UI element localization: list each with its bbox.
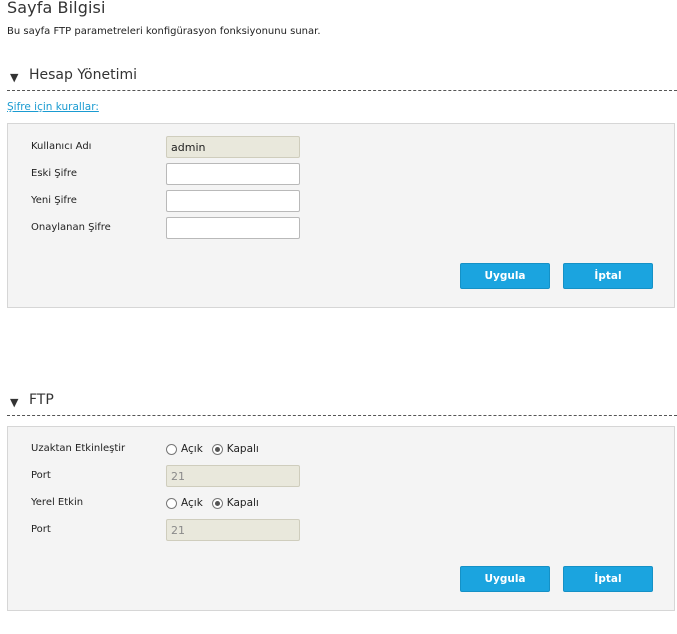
local-enable-label: Yerel Etkin xyxy=(31,497,84,508)
remote-enable-label: Uzaktan Etkinleştir xyxy=(31,443,126,454)
remote-on-label: Açık xyxy=(181,443,203,455)
remote-off-radio[interactable] xyxy=(211,443,223,455)
local-enable-radio-group: Açık Kapalı xyxy=(166,495,268,511)
local-off-label: Kapalı xyxy=(226,497,259,509)
ftp-apply-button[interactable]: Uygula xyxy=(460,566,550,592)
confirm-password-field[interactable] xyxy=(166,217,300,239)
ftp-cancel-button[interactable]: İptal xyxy=(563,566,653,592)
confirm-password-label: Onaylanan Şifre xyxy=(31,222,111,233)
account-section-title: Hesap Yönetimi xyxy=(29,67,138,83)
ftp-panel: Uzaktan Etkinleştir Açık Kapalı Port Yer… xyxy=(7,426,675,611)
old-password-field[interactable] xyxy=(166,163,300,185)
remote-port-field[interactable] xyxy=(166,465,300,487)
username-field[interactable] xyxy=(166,136,300,158)
local-on-label: Açık xyxy=(181,497,203,509)
new-password-field[interactable] xyxy=(166,190,300,212)
old-password-label: Eski Şifre xyxy=(31,168,77,179)
page-title: Sayfa Bilgisi xyxy=(7,0,106,17)
triangle-down-icon[interactable]: ▼ xyxy=(10,71,18,84)
page-description: Bu sayfa FTP parametreleri konfigürasyon… xyxy=(7,26,321,37)
remote-on-radio[interactable] xyxy=(166,443,177,455)
local-off-radio[interactable] xyxy=(211,497,223,509)
account-panel: Kullanıcı Adı Eski Şifre Yeni Şifre Onay… xyxy=(7,123,675,308)
local-port-label: Port xyxy=(31,524,51,535)
username-label: Kullanıcı Adı xyxy=(31,141,92,152)
remote-enable-radio-group: Açık Kapalı xyxy=(166,441,268,457)
account-cancel-button[interactable]: İptal xyxy=(563,263,653,289)
triangle-down-icon[interactable]: ▼ xyxy=(10,396,18,409)
account-section-header[interactable]: ▼ Hesap Yönetimi xyxy=(7,66,677,91)
new-password-label: Yeni Şifre xyxy=(31,195,77,206)
local-on-radio[interactable] xyxy=(166,497,177,509)
remote-off-label: Kapalı xyxy=(226,443,259,455)
account-apply-button[interactable]: Uygula xyxy=(460,263,550,289)
password-rules-link[interactable]: Şifre için kurallar: xyxy=(7,101,99,113)
ftp-section-title: FTP xyxy=(29,392,54,408)
remote-port-label: Port xyxy=(31,470,51,481)
ftp-section-header[interactable]: ▼ FTP xyxy=(7,391,677,416)
local-port-field[interactable] xyxy=(166,519,300,541)
